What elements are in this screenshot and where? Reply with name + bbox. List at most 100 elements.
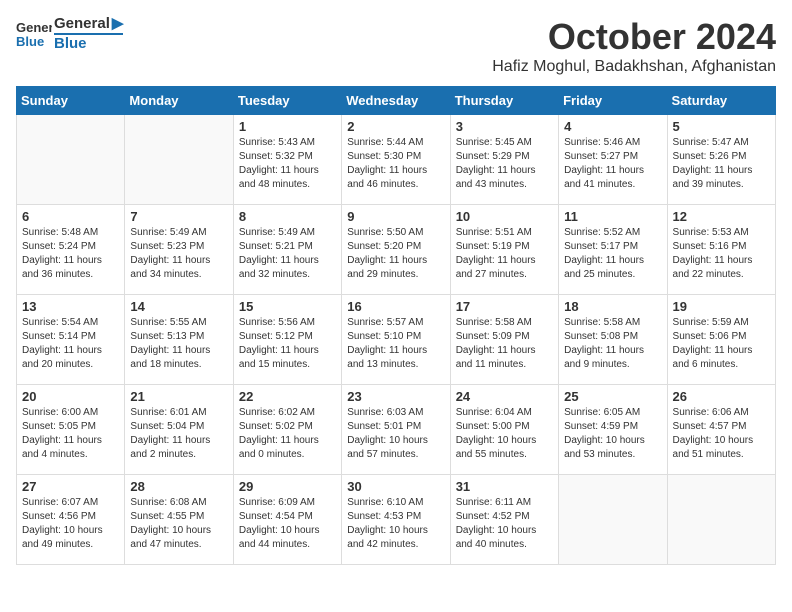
page-header: General Blue General▶ Blue October 2024 … — [16, 16, 776, 76]
col-saturday: Saturday — [667, 87, 775, 115]
day-info: Sunrise: 5:47 AM Sunset: 5:26 PM Dayligh… — [673, 136, 770, 192]
table-row: 8 Sunrise: 5:49 AM Sunset: 5:21 PM Daylig… — [233, 205, 341, 295]
table-row: 14Sunrise: 5:55 AM Sunset: 5:13 PM Dayli… — [125, 295, 233, 385]
table-row — [667, 475, 775, 565]
day-number: 1 — [239, 119, 336, 134]
day-info: Sunrise: 5:59 AM Sunset: 5:06 PM Dayligh… — [673, 316, 770, 372]
day-info: Sunrise: 5:43 AM Sunset: 5:32 PM Dayligh… — [239, 136, 336, 192]
col-friday: Friday — [559, 87, 667, 115]
table-row: 19 Sunrise: 5:59 AM Sunset: 5:06 PM Dayli… — [667, 295, 775, 385]
col-thursday: Thursday — [450, 87, 558, 115]
day-number: 6 — [22, 209, 119, 224]
table-row: 6 Sunrise: 5:48 AM Sunset: 5:24 PM Daylig… — [17, 205, 125, 295]
day-number: 5 — [673, 119, 770, 134]
col-monday: Monday — [125, 87, 233, 115]
table-row: 26Sunrise: 6:06 AM Sunset: 4:57 PM Dayli… — [667, 385, 775, 475]
day-number: 9 — [347, 209, 444, 224]
day-number: 2 — [347, 119, 444, 134]
calendar-table: Sunday Monday Tuesday Wednesday Thursday… — [16, 86, 776, 565]
col-sunday: Sunday — [17, 87, 125, 115]
day-number: 27 — [22, 479, 119, 494]
day-number: 21 — [130, 389, 227, 404]
table-row: 10 Sunrise: 5:51 AM Sunset: 5:19 PM Dayli… — [450, 205, 558, 295]
col-wednesday: Wednesday — [342, 87, 450, 115]
table-row: 3 Sunrise: 5:45 AM Sunset: 5:29 PM Daylig… — [450, 115, 558, 205]
day-number: 20 — [22, 389, 119, 404]
day-number: 31 — [456, 479, 553, 494]
table-row — [125, 115, 233, 205]
table-row — [17, 115, 125, 205]
day-info: Sunrise: 6:01 AM Sunset: 5:04 PM Dayligh… — [130, 406, 227, 462]
table-row: 11 Sunrise: 5:52 AM Sunset: 5:17 PM Dayli… — [559, 205, 667, 295]
day-info: Sunrise: 5:56 AM Sunset: 5:12 PM Dayligh… — [239, 316, 336, 372]
day-number: 16 — [347, 299, 444, 314]
day-info: Sunrise: 5:57 AM Sunset: 5:10 PM Dayligh… — [347, 316, 444, 372]
col-tuesday: Tuesday — [233, 87, 341, 115]
day-info: Sunrise: 5:51 AM Sunset: 5:19 PM Dayligh… — [456, 226, 553, 282]
day-info: Sunrise: 5:49 AM Sunset: 5:21 PM Dayligh… — [239, 226, 336, 282]
day-info: Sunrise: 5:49 AM Sunset: 5:23 PM Dayligh… — [130, 226, 227, 282]
table-row: 2 Sunrise: 5:44 AM Sunset: 5:30 PM Daylig… — [342, 115, 450, 205]
day-number: 19 — [673, 299, 770, 314]
day-info: Sunrise: 5:54 AM Sunset: 5:14 PM Dayligh… — [22, 316, 119, 372]
table-row: 15 Sunrise: 5:56 AM Sunset: 5:12 PM Dayli… — [233, 295, 341, 385]
table-row: 16 Sunrise: 5:57 AM Sunset: 5:10 PM Dayli… — [342, 295, 450, 385]
title-block: October 2024 Hafiz Moghul, Badakhshan, A… — [492, 16, 776, 76]
table-row: 9Sunrise: 5:50 AM Sunset: 5:20 PM Daylig… — [342, 205, 450, 295]
calendar-week-row: 20 Sunrise: 6:00 AM Sunset: 5:05 PM Dayli… — [17, 385, 776, 475]
day-info: Sunrise: 6:11 AM Sunset: 4:52 PM Dayligh… — [456, 496, 553, 552]
table-row: 20 Sunrise: 6:00 AM Sunset: 5:05 PM Dayli… — [17, 385, 125, 475]
day-info: Sunrise: 6:09 AM Sunset: 4:54 PM Dayligh… — [239, 496, 336, 552]
day-info: Sunrise: 5:58 AM Sunset: 5:09 PM Dayligh… — [456, 316, 553, 372]
day-number: 28 — [130, 479, 227, 494]
day-info: Sunrise: 6:05 AM Sunset: 4:59 PM Dayligh… — [564, 406, 661, 462]
day-info: Sunrise: 5:44 AM Sunset: 5:30 PM Dayligh… — [347, 136, 444, 192]
table-row: 18Sunrise: 5:58 AM Sunset: 5:08 PM Dayli… — [559, 295, 667, 385]
day-number: 15 — [239, 299, 336, 314]
day-number: 10 — [456, 209, 553, 224]
logo-line2: Blue — [54, 33, 123, 53]
day-number: 30 — [347, 479, 444, 494]
table-row: 30 Sunrise: 6:10 AM Sunset: 4:53 PM Dayli… — [342, 475, 450, 565]
table-row: 21 Sunrise: 6:01 AM Sunset: 5:04 PM Dayli… — [125, 385, 233, 475]
day-number: 22 — [239, 389, 336, 404]
day-number: 26 — [673, 389, 770, 404]
day-info: Sunrise: 6:02 AM Sunset: 5:02 PM Dayligh… — [239, 406, 336, 462]
table-row: 17 Sunrise: 5:58 AM Sunset: 5:09 PM Dayli… — [450, 295, 558, 385]
table-row: 27 Sunrise: 6:07 AM Sunset: 4:56 PM Dayli… — [17, 475, 125, 565]
calendar-week-row: 6 Sunrise: 5:48 AM Sunset: 5:24 PM Daylig… — [17, 205, 776, 295]
day-info: Sunrise: 5:46 AM Sunset: 5:27 PM Dayligh… — [564, 136, 661, 192]
table-row: 22 Sunrise: 6:02 AM Sunset: 5:02 PM Dayli… — [233, 385, 341, 475]
calendar-week-row: 27 Sunrise: 6:07 AM Sunset: 4:56 PM Dayli… — [17, 475, 776, 565]
day-info: Sunrise: 5:52 AM Sunset: 5:17 PM Dayligh… — [564, 226, 661, 282]
day-number: 17 — [456, 299, 553, 314]
logo: General Blue General▶ Blue — [16, 16, 123, 52]
day-number: 24 — [456, 389, 553, 404]
day-info: Sunrise: 5:48 AM Sunset: 5:24 PM Dayligh… — [22, 226, 119, 282]
day-info: Sunrise: 5:45 AM Sunset: 5:29 PM Dayligh… — [456, 136, 553, 192]
table-row: 13 Sunrise: 5:54 AM Sunset: 5:14 PM Dayli… — [17, 295, 125, 385]
day-number: 11 — [564, 209, 661, 224]
day-number: 8 — [239, 209, 336, 224]
day-info: Sunrise: 6:00 AM Sunset: 5:05 PM Dayligh… — [22, 406, 119, 462]
calendar-week-row: 13 Sunrise: 5:54 AM Sunset: 5:14 PM Dayli… — [17, 295, 776, 385]
day-number: 7 — [130, 209, 227, 224]
logo-icon: General Blue — [16, 16, 52, 52]
day-info: Sunrise: 5:53 AM Sunset: 5:16 PM Dayligh… — [673, 226, 770, 282]
table-row: 28Sunrise: 6:08 AM Sunset: 4:55 PM Dayli… — [125, 475, 233, 565]
day-number: 13 — [22, 299, 119, 314]
day-number: 18 — [564, 299, 661, 314]
day-info: Sunrise: 6:07 AM Sunset: 4:56 PM Dayligh… — [22, 496, 119, 552]
table-row: 4 Sunrise: 5:46 AM Sunset: 5:27 PM Daylig… — [559, 115, 667, 205]
location-title: Hafiz Moghul, Badakhshan, Afghanistan — [492, 58, 776, 76]
day-info: Sunrise: 6:04 AM Sunset: 5:00 PM Dayligh… — [456, 406, 553, 462]
table-row: 25 Sunrise: 6:05 AM Sunset: 4:59 PM Dayli… — [559, 385, 667, 475]
calendar-header-row: Sunday Monday Tuesday Wednesday Thursday… — [17, 87, 776, 115]
day-number: 3 — [456, 119, 553, 134]
svg-text:General: General — [16, 20, 52, 35]
day-number: 25 — [564, 389, 661, 404]
month-title: October 2024 — [492, 16, 776, 58]
table-row: 5 Sunrise: 5:47 AM Sunset: 5:26 PM Daylig… — [667, 115, 775, 205]
day-number: 4 — [564, 119, 661, 134]
day-info: Sunrise: 6:10 AM Sunset: 4:53 PM Dayligh… — [347, 496, 444, 552]
